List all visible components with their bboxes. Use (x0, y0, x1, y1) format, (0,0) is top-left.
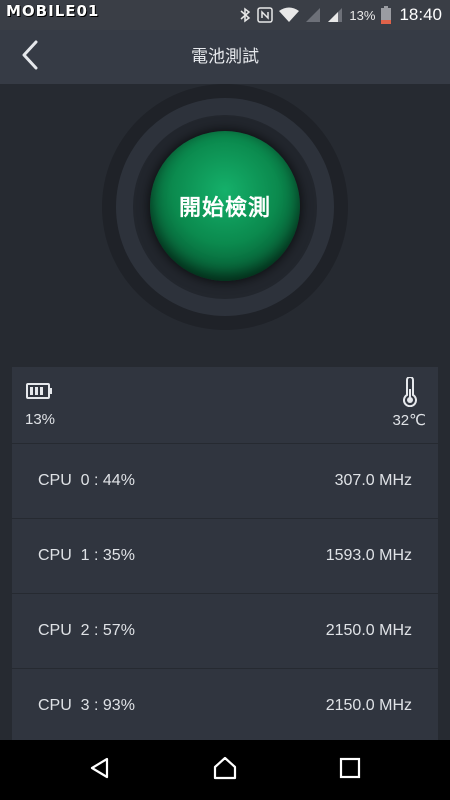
app-header: 電池測試 (0, 30, 450, 84)
nav-back-button[interactable] (84, 754, 116, 786)
status-bar: MOBILE01 13% 18:40 (0, 0, 450, 30)
cpu-frequency: 2150.0 MHz (325, 622, 412, 639)
cpu-row: CPU 3 : 93% 2150.0 MHz (12, 669, 438, 743)
page-title: 電池測試 (191, 47, 259, 67)
cpu-frequency: 2150.0 MHz (325, 697, 412, 714)
cpu-usage-label: CPU 3 : 93% (38, 697, 135, 714)
start-test-label: 開始檢測 (178, 196, 271, 221)
nav-recents-button[interactable] (334, 754, 366, 786)
nav-home-button[interactable] (209, 754, 241, 786)
main-content: 開始檢測 13% 32℃ CPU 0: 44% 307.0 MHz CPU 1… (0, 84, 450, 740)
signal-icon (327, 7, 343, 23)
cpu-frequency: 307.0 MHz (334, 472, 412, 489)
gauge-area: 開始檢測 (0, 84, 450, 367)
cpu-usage-label: CPU 0 : 44% (38, 472, 135, 489)
nfc-icon (257, 7, 274, 23)
cpu-row: CPU 0 : 44% 307.0 MHz (12, 444, 438, 518)
home-icon (212, 756, 238, 785)
battery-icon (381, 6, 392, 24)
wifi-icon (279, 7, 300, 23)
clock: 18:40 (399, 5, 442, 24)
cpu-usage-label: CPU 1 : 35% (38, 547, 135, 564)
back-button[interactable] (12, 39, 48, 75)
chevron-left-icon (20, 40, 40, 75)
square-recents-icon (339, 757, 361, 784)
summary-row: 13% 32℃ (12, 367, 438, 443)
start-test-button[interactable]: 開始檢測 (150, 131, 300, 281)
bluetooth-icon (239, 7, 251, 23)
signal-icon (305, 7, 321, 23)
battery-percent-text: 13% (349, 7, 376, 23)
cpu-frequency: 1593.0 MHz (325, 547, 412, 564)
cpu-row: CPU 2 : 57% 2150.0 MHz (12, 594, 438, 668)
temperature-value: 32℃ (392, 412, 426, 429)
triangle-back-icon (88, 756, 112, 785)
thermometer-icon (402, 376, 418, 412)
system-nav-bar (0, 740, 450, 800)
watermark-logo: MOBILE01 (6, 2, 100, 20)
status-icons: 13% 18:40 (239, 0, 442, 30)
cpu-row: CPU 1 : 35% 1593.0 MHz (12, 519, 438, 593)
info-panel: 13% 32℃ CPU 0 : 44% 307.0 MHz CPU 1 : 35… (12, 367, 438, 740)
cpu-usage-label: CPU 2 : 57% (38, 622, 135, 639)
battery-icon (26, 383, 54, 404)
battery-level-value: 13% (25, 411, 56, 428)
